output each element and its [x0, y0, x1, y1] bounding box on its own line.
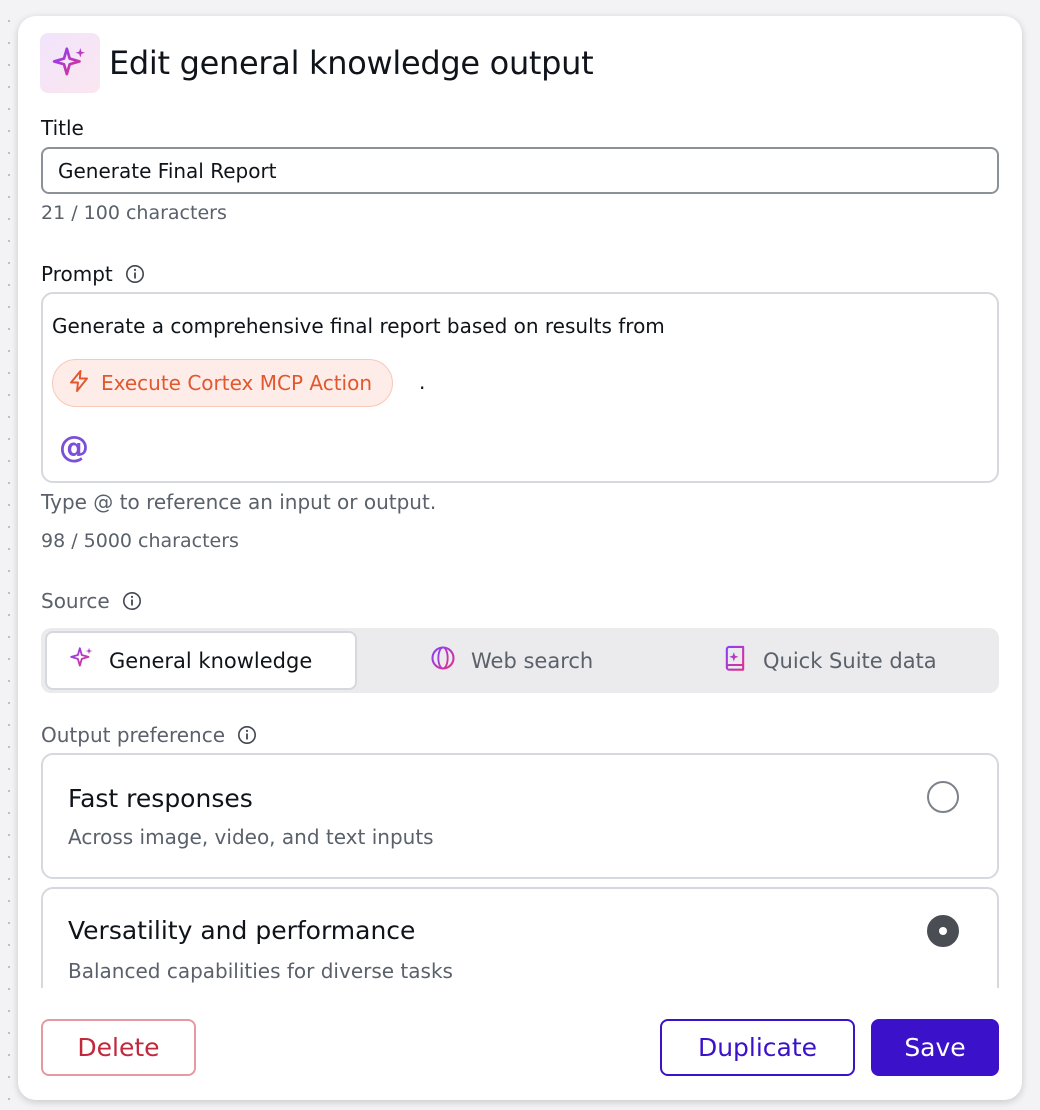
panel-header: Edit general knowledge output — [40, 33, 594, 93]
radio-button-unselected[interactable] — [927, 781, 959, 813]
option-title: Fast responses — [68, 784, 253, 813]
sparkle-icon — [69, 645, 95, 676]
output-preference-label-row: Output preference — [41, 723, 257, 747]
source-segmented-control: General knowledge Web search Quick Suite… — [41, 628, 999, 693]
lightning-icon — [67, 369, 91, 398]
source-option-label: Quick Suite data — [763, 648, 937, 673]
edit-output-panel: Edit general knowledge output Title 21 /… — [18, 16, 1022, 1100]
output-preference-label: Output preference — [41, 723, 226, 747]
save-button[interactable]: Save — [871, 1019, 999, 1076]
action-footer: Delete Duplicate Save — [18, 988, 1022, 1100]
prompt-trailing-period: . — [419, 370, 426, 394]
reference-chip[interactable]: Execute Cortex MCP Action — [52, 359, 394, 407]
prompt-editor[interactable]: Generate a comprehensive final report ba… — [41, 292, 999, 483]
prompt-label-row: Prompt — [41, 262, 145, 286]
title-char-counter: 21 / 100 characters — [41, 202, 227, 224]
prompt-char-counter: 98 / 5000 characters — [41, 530, 239, 552]
output-option-fast-responses[interactable]: Fast responses Across image, video, and … — [41, 753, 999, 879]
title-input[interactable] — [41, 147, 999, 194]
radio-button-selected[interactable] — [927, 915, 959, 947]
source-option-general-knowledge[interactable]: General knowledge — [45, 631, 357, 690]
book-icon — [721, 644, 749, 677]
at-mention-icon[interactable]: @ — [59, 430, 89, 465]
source-label-row: Source — [41, 589, 142, 613]
sparkle-icon — [40, 33, 100, 93]
option-description: Balanced capabilities for diverse tasks — [68, 959, 453, 983]
source-option-quick-suite-data[interactable]: Quick Suite data — [721, 628, 937, 693]
source-option-web-search[interactable]: Web search — [429, 628, 593, 693]
info-icon[interactable] — [237, 725, 257, 745]
source-option-label: General knowledge — [109, 648, 313, 673]
info-icon[interactable] — [122, 591, 142, 611]
source-label: Source — [41, 589, 110, 613]
globe-icon — [429, 644, 457, 677]
delete-button[interactable]: Delete — [41, 1019, 196, 1076]
prompt-label: Prompt — [41, 262, 113, 286]
option-title: Versatility and performance — [68, 916, 416, 945]
title-label: Title — [41, 116, 84, 140]
reference-chip-label: Execute Cortex MCP Action — [101, 371, 373, 395]
page-title: Edit general knowledge output — [109, 44, 594, 82]
duplicate-button[interactable]: Duplicate — [660, 1019, 855, 1076]
prompt-helper-text: Type @ to reference an input or output. — [41, 490, 437, 514]
info-icon[interactable] — [125, 264, 145, 284]
option-description: Across image, video, and text inputs — [68, 825, 434, 849]
background-dot-grid — [0, 0, 18, 1110]
source-option-label: Web search — [471, 648, 594, 673]
prompt-text: Generate a comprehensive final report ba… — [52, 314, 665, 338]
